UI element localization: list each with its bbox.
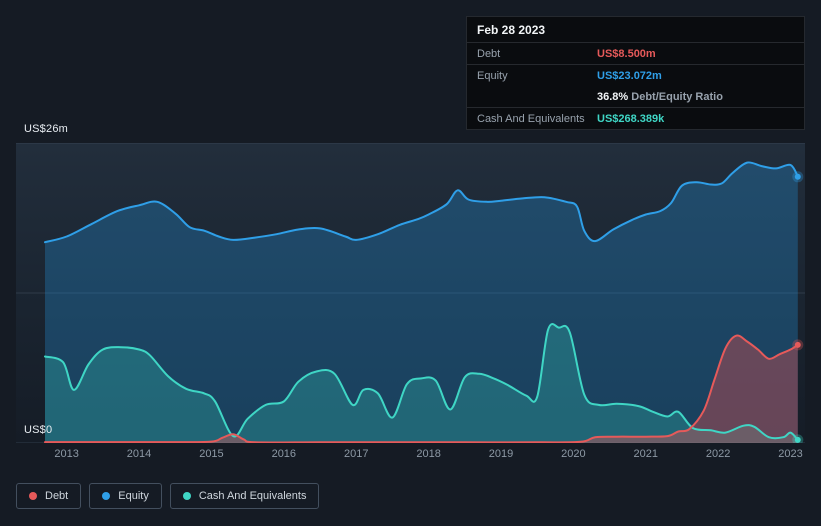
x-axis-label: 2018 bbox=[416, 448, 441, 460]
legend-item-equity[interactable]: Equity bbox=[89, 483, 162, 509]
legend-label-equity: Equity bbox=[118, 490, 149, 502]
x-axis-label: 2023 bbox=[778, 448, 803, 460]
tooltip-cash-label: Cash And Equivalents bbox=[477, 112, 585, 125]
x-axis-label: 2020 bbox=[561, 448, 586, 460]
x-axis-label: 2014 bbox=[126, 448, 152, 460]
tooltip-date: Feb 28 2023 bbox=[467, 17, 804, 43]
legend-label-cash: Cash And Equivalents bbox=[198, 490, 307, 502]
tooltip-row-cash: Cash And Equivalents US$268.389k bbox=[467, 108, 804, 129]
tooltip-row-debt: Debt US$8.500m bbox=[467, 43, 804, 65]
debt-series-dot-icon bbox=[29, 492, 37, 500]
debt-equity-history-chart: US$26m US$0 2013 2014 2015 2016 2017 2018 2019… bbox=[0, 0, 821, 526]
equity-series-dot-icon bbox=[102, 492, 111, 500]
legend: Debt Equity Cash And Equivalents bbox=[16, 483, 320, 509]
x-axis-label: 2013 bbox=[54, 448, 79, 460]
legend-item-cash[interactable]: Cash And Equivalents bbox=[169, 483, 320, 509]
x-axis-label: 2017 bbox=[343, 448, 369, 460]
tooltip-cash-value: US$268.389k bbox=[597, 112, 665, 125]
tooltip-row-equity: Equity US$23.072m bbox=[467, 65, 804, 86]
ratio-percent: 36.8% bbox=[597, 90, 629, 103]
x-axis-label: 2016 bbox=[271, 448, 297, 460]
x-axis: 2013 2014 2015 2016 2017 2018 2019 2020 2021 2022… bbox=[0, 448, 821, 464]
x-axis-label: 2019 bbox=[488, 448, 514, 460]
tooltip: Feb 28 2023 Debt US$8.500m Equity US$23.… bbox=[466, 16, 805, 130]
tooltip-debt-value: US$8.500m bbox=[597, 47, 656, 60]
tooltip-debt-label: Debt bbox=[477, 47, 501, 60]
y-axis-min-label: US$0 bbox=[24, 424, 53, 436]
y-axis-max-label: US$26m bbox=[24, 123, 68, 135]
tooltip-ratio-value: 36.8% Debt/Equity Ratio bbox=[597, 91, 794, 103]
chart-canvas[interactable] bbox=[16, 143, 805, 443]
x-axis-label: 2022 bbox=[705, 448, 731, 460]
x-axis-label: 2021 bbox=[633, 448, 658, 460]
chart-plot[interactable] bbox=[16, 143, 805, 443]
tooltip-equity-value: US$23.072m bbox=[597, 69, 662, 82]
legend-item-debt[interactable]: Debt bbox=[16, 483, 82, 509]
x-axis-label: 2015 bbox=[199, 448, 224, 460]
tooltip-equity-label: Equity bbox=[477, 69, 508, 82]
tooltip-row-ratio: 36.8% Debt/Equity Ratio bbox=[467, 86, 804, 108]
ratio-label: Debt/Equity Ratio bbox=[631, 90, 723, 103]
cash-series-dot-icon bbox=[182, 492, 191, 500]
legend-label-debt: Debt bbox=[45, 490, 69, 502]
